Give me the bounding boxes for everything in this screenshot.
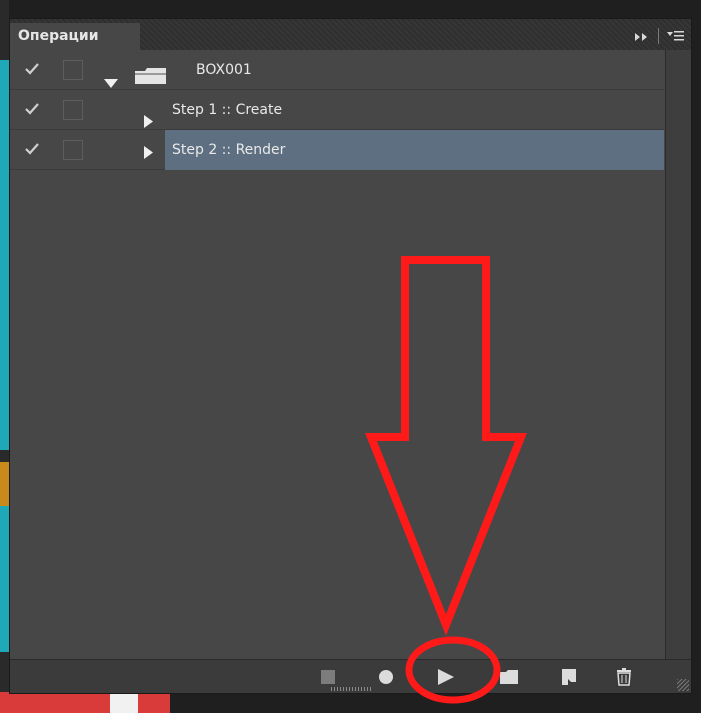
background-teal-band bbox=[0, 60, 9, 450]
toggle-check-icon[interactable] bbox=[24, 101, 40, 117]
actions-panel: Операции BOX001 Step 1:: Create Step 2 … bbox=[9, 18, 692, 694]
new-set-icon[interactable] bbox=[499, 668, 519, 686]
controls-divider bbox=[658, 28, 659, 44]
panel-tabbar: Операции bbox=[10, 19, 691, 50]
dialog-toggle-box[interactable] bbox=[63, 100, 83, 120]
dialog-toggle-box[interactable] bbox=[63, 140, 83, 160]
panel-resize-grip[interactable] bbox=[330, 687, 371, 691]
tab-actions[interactable]: Операции bbox=[10, 23, 140, 50]
background-bottom-strip bbox=[0, 692, 170, 713]
background-teal-band-lower bbox=[0, 506, 9, 652]
panel-menu-icon[interactable] bbox=[667, 27, 685, 46]
background-edge bbox=[0, 0, 9, 713]
expand-arrow-icon[interactable] bbox=[144, 144, 154, 163]
action-name: Step 2 :: Render bbox=[172, 142, 286, 158]
collapse-panel-icon[interactable] bbox=[634, 27, 650, 46]
corner-resize-grip[interactable] bbox=[677, 679, 689, 691]
list-item-body: BOX001 bbox=[90, 50, 664, 90]
play-icon[interactable] bbox=[437, 668, 455, 686]
panel-toolbar bbox=[10, 659, 691, 693]
list-item-action[interactable]: Step 1 :: Create bbox=[10, 90, 664, 130]
list-item-body: Step 2 :: Render bbox=[165, 130, 664, 170]
panel-controls bbox=[634, 27, 685, 45]
toggle-check-icon[interactable] bbox=[24, 61, 40, 77]
set-name: BOX001 bbox=[196, 62, 252, 78]
stop-icon[interactable] bbox=[319, 668, 337, 686]
actions-list: BOX001 Step 1 :: Create Step 2:: Render bbox=[10, 50, 664, 170]
background-amber-band bbox=[0, 462, 9, 506]
dialog-toggle-box[interactable] bbox=[63, 60, 83, 80]
list-item-set[interactable]: BOX001 bbox=[10, 50, 664, 90]
toggle-check-icon[interactable] bbox=[24, 141, 40, 157]
record-icon[interactable] bbox=[377, 668, 395, 686]
list-item-body: Step 1 :: Create bbox=[90, 90, 664, 130]
list-scrollbar[interactable] bbox=[665, 50, 691, 660]
new-action-icon[interactable] bbox=[559, 668, 579, 686]
trash-icon[interactable] bbox=[614, 668, 634, 686]
background-white-block bbox=[110, 692, 138, 713]
action-name: Step 1 :: Create bbox=[172, 102, 283, 118]
list-item-action-selected[interactable]: Step 2 :: Render bbox=[10, 130, 664, 170]
